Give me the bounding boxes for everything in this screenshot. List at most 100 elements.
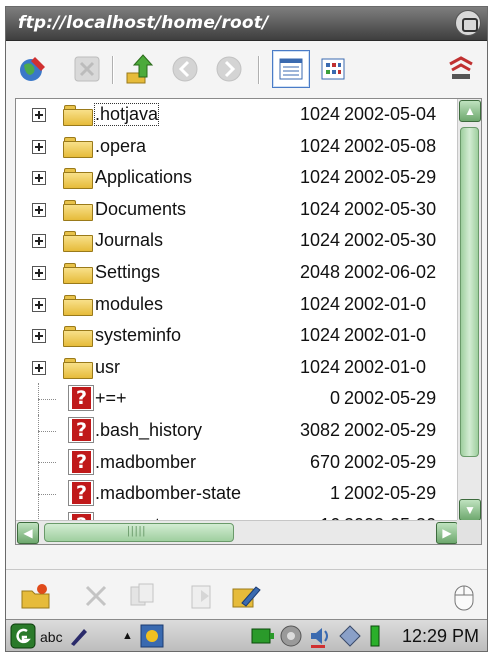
folder-row[interactable]: systeminfo 1024 2002-01-0 xyxy=(16,320,459,352)
up-directory-button[interactable] xyxy=(120,50,158,88)
file-name: +=+ xyxy=(95,388,127,409)
expand-plus-icon[interactable] xyxy=(32,171,46,186)
vertical-scroll-thumb[interactable] xyxy=(460,127,479,457)
folder-icon xyxy=(62,103,94,127)
folder-row[interactable]: Settings 2048 2002-06-02 xyxy=(16,257,459,289)
file-name: .bash_history xyxy=(95,420,203,440)
file-name: systeminfo xyxy=(95,325,182,346)
window-menu-button[interactable] xyxy=(455,10,481,36)
connect-button[interactable] xyxy=(14,50,52,88)
network-tray-item[interactable] xyxy=(278,623,304,649)
new-folder-button[interactable] xyxy=(18,578,54,614)
file-date: 2002-05-29 xyxy=(344,388,437,409)
detail-view-icon xyxy=(279,58,303,80)
input-method-label[interactable]: abc xyxy=(40,629,63,645)
horizontal-scroll-thumb[interactable] xyxy=(44,523,234,542)
file-size: 1024 xyxy=(299,293,340,314)
tree-connector xyxy=(30,383,60,415)
file-name: modules xyxy=(95,293,164,314)
file-name: .madbomber-state xyxy=(95,483,242,504)
file-list-view[interactable]: .hotjava 1024 2002-05-04 .opera 1024 2002-05-… xyxy=(15,98,482,545)
system-taskbar: abc ▲ 12:29 PM xyxy=(6,619,487,651)
input-selector-arrow[interactable]: ▲ xyxy=(122,623,133,649)
folder-row[interactable]: Documents 1024 2002-05-30 xyxy=(16,194,459,226)
paste-button[interactable] xyxy=(184,578,220,614)
file-name: usr xyxy=(95,356,121,377)
file-actions-toolbar xyxy=(6,569,487,619)
battery-level-tray-item[interactable] xyxy=(370,623,380,649)
file-row[interactable]: ? +=+ 0 2002-05-29 xyxy=(16,383,459,415)
delete-icon xyxy=(85,585,107,607)
copy-button[interactable] xyxy=(124,578,160,614)
tree-connector xyxy=(30,415,60,447)
battery-tray-item[interactable] xyxy=(250,623,276,649)
expand-plus-icon[interactable] xyxy=(32,139,46,154)
delete-button[interactable] xyxy=(78,578,114,614)
folder-row[interactable]: usr 1024 2002-01-0 xyxy=(16,352,459,384)
file-row[interactable]: ? .bash_history 3082 2002-05-29 xyxy=(16,415,459,447)
file-date: 2002-05-08 xyxy=(344,135,437,156)
folder-icon xyxy=(62,356,94,380)
expand-plus-icon[interactable] xyxy=(32,329,46,344)
up-arrow-icon xyxy=(126,54,154,84)
tree-connector xyxy=(30,478,60,510)
rename-icon xyxy=(232,586,261,608)
unknown-file-icon: ? xyxy=(62,385,94,412)
start-icon xyxy=(10,623,36,649)
sync-tray-item[interactable] xyxy=(338,623,362,649)
copy-icon xyxy=(130,583,154,606)
tree-connector xyxy=(30,225,60,257)
back-icon xyxy=(172,56,198,82)
file-size: 1024 xyxy=(299,135,340,156)
detail-view-button[interactable] xyxy=(272,50,310,88)
window-title: ftp://localhost/home/root/ xyxy=(18,13,269,33)
file-date: 2002-01-0 xyxy=(344,356,427,377)
file-row[interactable]: ? .madbomber-state 1 2002-05-29 xyxy=(16,478,459,510)
expand-plus-icon[interactable] xyxy=(32,360,46,375)
folder-row[interactable]: Applications 1024 2002-05-29 xyxy=(16,162,459,194)
network-button[interactable] xyxy=(442,50,480,88)
expand-plus-icon[interactable] xyxy=(32,108,46,122)
stop-button[interactable] xyxy=(68,50,106,88)
scroll-corner xyxy=(457,520,481,544)
file-name: Applications xyxy=(95,167,193,188)
expand-plus-icon[interactable] xyxy=(32,266,46,280)
folder-row[interactable]: .hotjava 1024 2002-05-04 xyxy=(16,99,459,131)
file-size: 1024 xyxy=(299,104,340,124)
file-size: 0 xyxy=(329,388,340,409)
rename-button[interactable] xyxy=(228,578,264,614)
main-toolbar xyxy=(6,42,487,98)
back-button[interactable] xyxy=(166,50,204,88)
app-window: ftp://localhost/home/root/ .hotjava 1024… xyxy=(5,6,488,652)
volume-tray-item[interactable] xyxy=(308,623,334,649)
vertical-scrollbar[interactable]: ▲ ▼ xyxy=(457,99,481,522)
expand-plus-icon[interactable] xyxy=(32,202,46,217)
pen-input-button[interactable] xyxy=(68,623,90,649)
file-size: 1024 xyxy=(299,198,340,219)
horizontal-scrollbar[interactable]: ◀ ▶ xyxy=(16,520,459,544)
start-menu-button[interactable] xyxy=(10,623,36,649)
icon-view-button[interactable] xyxy=(314,50,352,88)
folder-icon xyxy=(62,229,94,253)
folder-icon xyxy=(62,135,94,159)
folder-row[interactable]: modules 1024 2002-01-0 xyxy=(16,289,459,321)
expand-plus-icon[interactable] xyxy=(32,297,46,312)
scroll-left-arrow-icon[interactable]: ◀ xyxy=(17,522,39,544)
forward-button[interactable] xyxy=(210,50,248,88)
folder-row[interactable]: Journals 1024 2002-05-30 xyxy=(16,225,459,257)
running-app-button[interactable] xyxy=(140,623,164,649)
forward-icon xyxy=(216,56,242,82)
file-row[interactable]: ? .madbomber 670 2002-05-29 xyxy=(16,446,459,479)
file-date: 2002-05-29 xyxy=(344,420,437,440)
scroll-up-arrow-icon[interactable]: ▲ xyxy=(459,100,481,122)
connect-icon xyxy=(20,57,45,81)
mouse-button[interactable] xyxy=(446,578,482,614)
file-size: 1024 xyxy=(299,356,340,377)
scroll-right-arrow-icon[interactable]: ▶ xyxy=(436,522,458,544)
expand-plus-icon[interactable] xyxy=(32,234,46,249)
tree-connector xyxy=(30,352,60,384)
unknown-file-icon: ? xyxy=(62,417,94,443)
scroll-down-arrow-icon[interactable]: ▼ xyxy=(459,499,481,521)
clock[interactable]: 12:29 PM xyxy=(402,626,479,647)
folder-row[interactable]: .opera 1024 2002-05-08 xyxy=(16,131,459,163)
